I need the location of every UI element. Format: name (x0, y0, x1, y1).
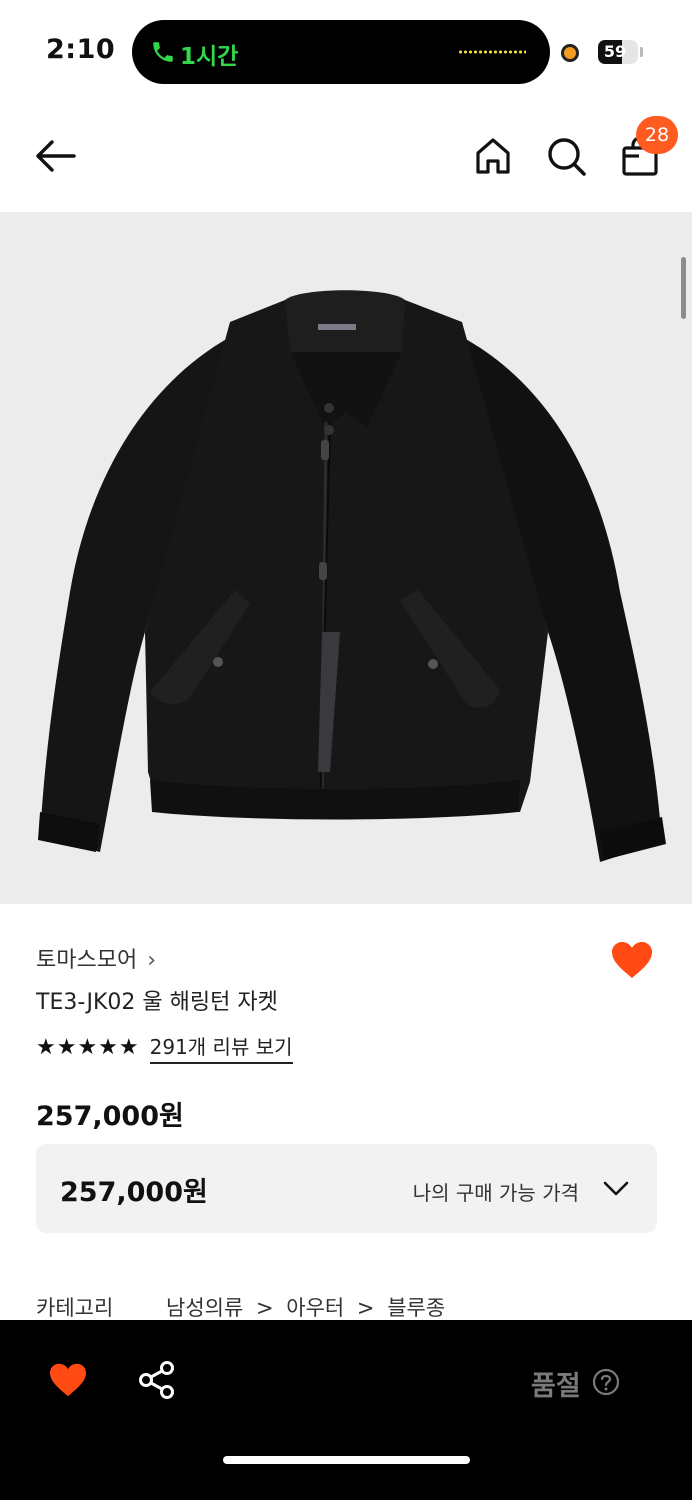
back-arrow-icon[interactable] (34, 138, 78, 174)
phone-icon (153, 42, 173, 62)
review-link[interactable]: 291개 리뷰 보기 (149, 1031, 293, 1064)
my-price-label: 나의 구매 가능 가격 (412, 1181, 579, 1205)
audio-waveform (458, 50, 526, 54)
chevron-right-icon: › (147, 948, 157, 973)
home-indicator[interactable] (223, 1456, 470, 1464)
product-price: 257,000원 (36, 1101, 184, 1132)
product-name: TE3-JK02 울 해링턴 자켓 (36, 990, 278, 1015)
battery-percent: 59 (603, 42, 627, 61)
call-duration: 1시간 (180, 44, 239, 70)
category-label: 카테고리 (36, 1296, 114, 1320)
breadcrumb-separator: > (356, 1296, 375, 1320)
category-breadcrumb: 남성의류 > 아우터 > 블루종 (166, 1292, 451, 1322)
category-item[interactable]: 남성의류 (166, 1296, 243, 1320)
category-item[interactable]: 아우터 (286, 1296, 344, 1320)
heart-icon[interactable] (48, 1362, 88, 1398)
cart-count-badge: 28 (636, 116, 678, 154)
product-image[interactable] (0, 212, 692, 904)
search-icon[interactable] (546, 136, 588, 178)
top-nav: 28 (0, 100, 692, 212)
bottom-action-bar: 품절 (0, 1320, 692, 1500)
category-item[interactable]: 블루종 (387, 1296, 445, 1320)
wishlist-heart-icon[interactable] (610, 940, 654, 980)
rating-row: ★★★★★ 291개 리뷰 보기 (36, 1031, 293, 1064)
rating-stars: ★★★★★ (36, 1034, 140, 1060)
my-price-value: 257,000원 (60, 1177, 208, 1208)
battery-icon: 59 (598, 40, 638, 64)
status-bar: 2:10 1시간 59 (0, 0, 692, 100)
help-icon[interactable] (592, 1368, 620, 1396)
privacy-indicator (561, 44, 579, 62)
dynamic-island[interactable]: 1시간 (132, 20, 550, 84)
soldout-label: 품절 (531, 1371, 581, 1402)
brand-link[interactable]: 토마스모어 › (36, 942, 156, 974)
home-icon[interactable] (474, 136, 512, 176)
category-row: 카테고리 남성의류 > 아우터 > 블루종 (36, 1292, 451, 1322)
share-icon[interactable] (138, 1360, 176, 1400)
jacket-image (38, 290, 666, 862)
status-time: 2:10 (46, 34, 116, 65)
scroll-indicator[interactable] (681, 257, 686, 319)
battery-cap (640, 47, 643, 57)
my-price-dropdown[interactable]: 257,000원 나의 구매 가능 가격 (36, 1144, 657, 1233)
breadcrumb-separator: > (255, 1296, 274, 1320)
brand-name: 토마스모어 (36, 948, 138, 973)
chevron-down-icon (603, 1181, 629, 1196)
